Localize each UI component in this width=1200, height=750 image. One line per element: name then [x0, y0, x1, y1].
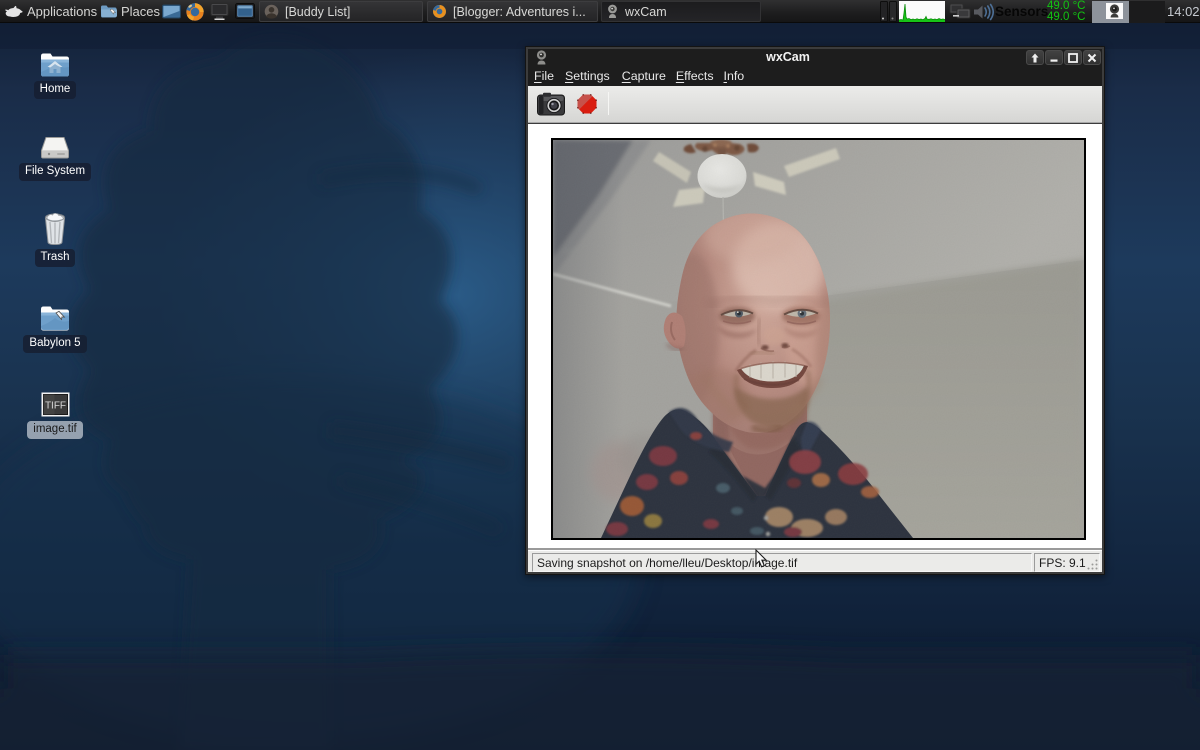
svg-text:TIFF: TIFF [44, 401, 65, 412]
